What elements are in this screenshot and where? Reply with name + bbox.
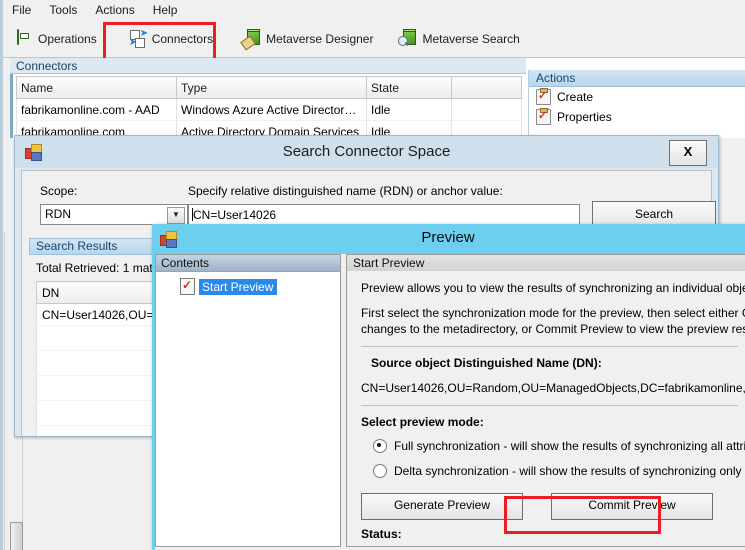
metaverse-search-icon <box>398 29 417 48</box>
screen-root: File Tools Actions Help Operations ➤ ➤ Co… <box>0 0 745 550</box>
table-row[interactable]: fabrikamonline.com - AAD Windows Azure A… <box>16 98 522 121</box>
preview-paragraph-2-line-1: First select the synchronization mode fo… <box>361 306 745 320</box>
preview-dialog-titlebar[interactable]: Preview <box>152 224 745 254</box>
menu-item-file[interactable]: File <box>3 1 40 20</box>
search-dialog-title: Search Connector Space <box>282 143 451 160</box>
divider <box>361 405 738 406</box>
cell-extra <box>451 98 522 121</box>
tree-item-start-preview[interactable]: Start Preview <box>180 278 278 295</box>
document-check-icon <box>180 278 195 295</box>
cell-state: Idle <box>366 98 452 121</box>
action-item-properties[interactable]: Properties <box>529 107 745 127</box>
close-icon[interactable]: X <box>669 140 707 166</box>
left-scrollbar-thumb[interactable] <box>10 522 23 550</box>
menu-item-help[interactable]: Help <box>144 1 187 20</box>
preview-mode-label: Select preview mode: <box>361 415 484 429</box>
scope-select-value: RDN <box>45 207 71 221</box>
metaverse-designer-icon <box>240 29 261 51</box>
preview-paragraph-1: Preview allows you to view the results o… <box>361 281 745 295</box>
radio-icon-selected[interactable] <box>373 439 387 453</box>
source-dn-value: CN=User14026,OU=Random,OU=ManagedObjects… <box>361 381 745 395</box>
radio-icon-unselected[interactable] <box>373 464 387 478</box>
preview-dialog-body: Contents Start Preview Start Preview Pre… <box>155 254 745 550</box>
preview-paragraph-2-line-2: changes to the metadirectory, or Commit … <box>361 322 745 336</box>
scope-label: Scope: <box>40 184 78 198</box>
toolbar-button-metaverse-search[interactable]: Metaverse Search <box>391 24 527 54</box>
book-icon <box>15 29 33 48</box>
column-header-state[interactable]: State <box>366 76 452 99</box>
start-preview-pane: Start Preview Preview allows you to view… <box>346 254 745 547</box>
chevron-down-icon[interactable]: ▼ <box>167 207 185 224</box>
radio-delta-synchronization[interactable]: Delta synchronization - will show the re… <box>373 463 745 479</box>
cell-name: fabrikamonline.com - AAD <box>16 98 177 121</box>
column-header-name[interactable]: Name <box>16 76 177 99</box>
tree-item-label: Start Preview <box>199 278 278 295</box>
connectors-icon: ➤ ➤ <box>128 28 149 48</box>
toolbar-button-operations[interactable]: Operations <box>7 24 105 54</box>
rdn-input[interactable]: CN=User14026 <box>188 204 580 225</box>
rdn-label: Specify relative distinguished name (RDN… <box>188 184 503 198</box>
column-header-extra[interactable] <box>451 76 522 99</box>
divider <box>361 346 738 347</box>
toolbar-button-metaverse-designer[interactable]: Metaverse Designer <box>235 24 381 54</box>
toolbar-label-metaverse-designer: Metaverse Designer <box>266 32 374 46</box>
column-header-type[interactable]: Type <box>176 76 367 99</box>
rdn-input-value: CN=User14026 <box>193 208 277 222</box>
commit-preview-button[interactable]: Commit Preview <box>551 493 713 520</box>
status-label: Status: <box>361 527 402 541</box>
toolbar-label-connectors: Connectors <box>151 32 214 46</box>
actions-pane: Actions Create Properties <box>528 70 745 138</box>
toolbar-button-connectors[interactable]: ➤ ➤ Connectors <box>121 24 221 54</box>
clipboard-check-icon <box>536 108 551 125</box>
toolbar-label-operations: Operations <box>38 32 97 46</box>
clipboard-check-icon <box>536 88 551 105</box>
scope-select[interactable]: RDN ▼ <box>40 204 188 225</box>
window-left-border <box>0 0 3 550</box>
search-dialog-titlebar[interactable]: Search Connector Space X <box>15 136 718 168</box>
menu-bar: File Tools Actions Help <box>3 0 745 22</box>
action-label-properties: Properties <box>557 110 612 124</box>
menu-item-actions[interactable]: Actions <box>86 1 143 20</box>
preview-dialog-title: Preview <box>421 229 475 246</box>
start-preview-content: Preview allows you to view the results o… <box>346 271 745 547</box>
radio-full-synchronization[interactable]: Full synchronization - will show the res… <box>373 438 745 454</box>
radio-label-full: Full synchronization - will show the res… <box>394 439 745 453</box>
action-item-create[interactable]: Create <box>529 87 745 107</box>
generate-preview-button[interactable]: Generate Preview <box>361 493 523 520</box>
toolbar-label-metaverse-search: Metaverse Search <box>422 32 520 46</box>
contents-pane-header: Contents <box>156 255 340 272</box>
action-label-create: Create <box>557 90 594 104</box>
start-preview-header: Start Preview <box>346 254 745 271</box>
menu-item-tools[interactable]: Tools <box>40 1 86 20</box>
source-dn-label: Source object Distinguished Name (DN): <box>371 356 602 370</box>
contents-pane: Contents Start Preview <box>155 254 341 547</box>
connectors-pane-title: Connectors <box>10 58 526 74</box>
actions-pane-title: Actions <box>529 70 745 87</box>
connectors-table-header-row: Name Type State <box>16 76 522 99</box>
connectors-table: Name Type State fabrikamonline.com - AAD… <box>16 76 522 143</box>
preview-button-row: Generate Preview Commit Preview <box>361 493 713 520</box>
main-toolbar: Operations ➤ ➤ Connectors Metaverse Desig… <box>3 21 745 58</box>
preview-dialog: Preview Contents Start Preview Start Pre… <box>152 224 745 550</box>
radio-label-delta: Delta synchronization - will show the re… <box>394 464 745 478</box>
cell-type: Windows Azure Active Directory (Micr... <box>176 98 367 121</box>
